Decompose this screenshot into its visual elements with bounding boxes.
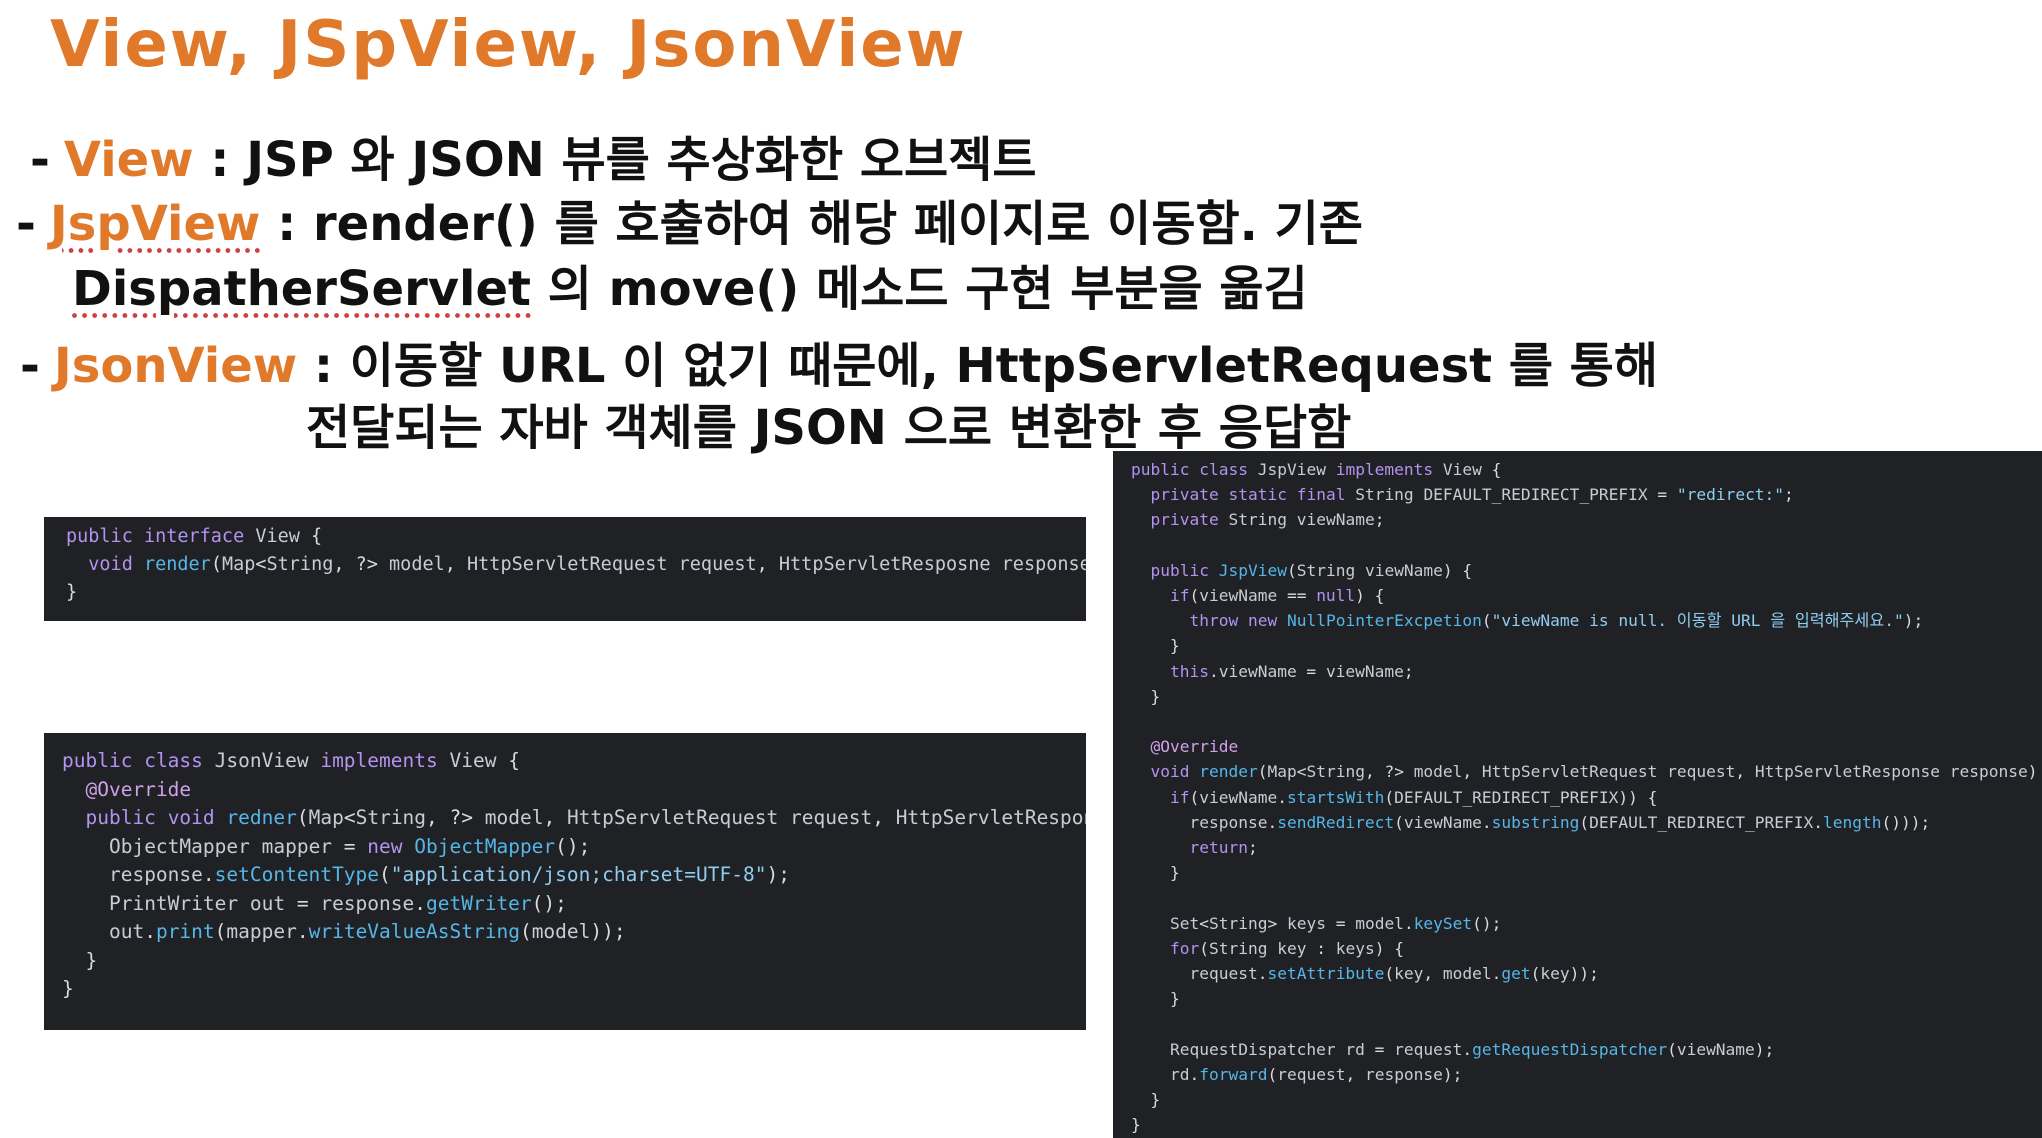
bullet-jsonview: - JsonView : 이동할 URL 이 없기 때문에, HttpServle… [20, 338, 1659, 394]
code-line: public interface View { [66, 526, 323, 547]
code-line: public JspView(String viewName) { [1150, 560, 1473, 580]
bullet-jsonview-text: : 이동할 URL 이 없기 때문에, HttpServletRequest 를… [297, 338, 1659, 394]
code-line: public void redner(Map<String, ?> model,… [85, 806, 1086, 829]
code-line: } [1131, 863, 1180, 883]
code-line: void render(Map<String, ?> model, HttpSe… [1150, 762, 2038, 782]
code-line: void render(Map<String, ?> model, HttpSe… [88, 554, 1086, 575]
code-line: } [66, 582, 78, 603]
bullet-jspview-text: : render() 를 호출하여 해당 페이지로 이동함. 기존 [260, 196, 1363, 252]
bullet-view: - View : JSP 와 JSON 뷰를 추상화한 오브젝트 [30, 132, 1037, 188]
slide-title: View, JSpView, JsonView [50, 8, 967, 82]
code-line: public class JsonView implements View { [62, 749, 520, 772]
code-line: } [1131, 686, 1161, 706]
bullet-jsonview-keyword: JsonView [53, 338, 298, 394]
code-line: @Override [1150, 737, 1239, 757]
code-line: return; [1189, 838, 1258, 858]
code-line: @Override [85, 777, 192, 801]
code-line: rd.forward(request, response); [1169, 1064, 1463, 1084]
code-line: private static final String DEFAULT_REDI… [1150, 485, 1794, 505]
code-jsonview-class: public class JsonView implements View { … [44, 733, 1086, 1030]
code-line: } [1131, 989, 1180, 1009]
code-line: if(viewName == null) { [1169, 586, 1385, 606]
code-view-interface: public interface View { void render(Map<… [44, 517, 1086, 621]
bullet-jsonview-continuation: 전달되는 자바 객체를 JSON 으로 변환한 후 응답함 [306, 400, 1352, 456]
code-line: throw new NullPointerExcpetion("viewName… [1189, 611, 1924, 631]
code-jspview-class: public class JspView implements View { p… [1113, 451, 2042, 1138]
code-line: Set<String> keys = model.keySet(); [1169, 913, 1502, 933]
code-line: response.setContentType("application/jso… [108, 863, 790, 886]
code-line: public class JspView implements View { [1131, 460, 1502, 479]
code-line: if(viewName.startsWith(DEFAULT_REDIRECT_… [1169, 787, 1658, 807]
code-line: out.print(mapper.writeValueAsString(mode… [108, 920, 626, 943]
code-line: private String viewName; [1150, 510, 1385, 530]
code-line: } [1131, 1115, 1141, 1135]
dispatcher-servlet-term: DispatherServlet [72, 261, 531, 317]
bullet-jspview: - JspView : render() 를 호출하여 해당 페이지로 이동함. … [16, 196, 1363, 252]
bullet-jspview-keyword: JspView [49, 196, 261, 252]
code-line: PrintWriter out = response.getWriter(); [108, 891, 567, 915]
code-line: ObjectMapper mapper = new ObjectMapper()… [108, 834, 591, 858]
bullet-jspview-continuation: DispatherServlet 의 move() 메소드 구현 부분을 옮김 [72, 261, 1308, 317]
code-line: RequestDispatcher rd = request.getReques… [1169, 1039, 1775, 1059]
bullet-view-keyword: View [63, 132, 194, 188]
code-line: } [1131, 636, 1180, 656]
code-line: this.viewName = viewName; [1169, 661, 1414, 681]
code-line: } [1131, 1090, 1161, 1110]
code-line: } [62, 948, 98, 972]
code-line: response.sendRedirect(viewName.substring… [1189, 812, 1931, 832]
code-line: request.setAttribute(key, model.get(key)… [1189, 964, 1599, 984]
bullet-view-text: : JSP 와 JSON 뷰를 추상화한 오브젝트 [193, 132, 1037, 188]
code-line: for(String key : keys) { [1169, 938, 1404, 958]
code-line: } [62, 977, 74, 1000]
